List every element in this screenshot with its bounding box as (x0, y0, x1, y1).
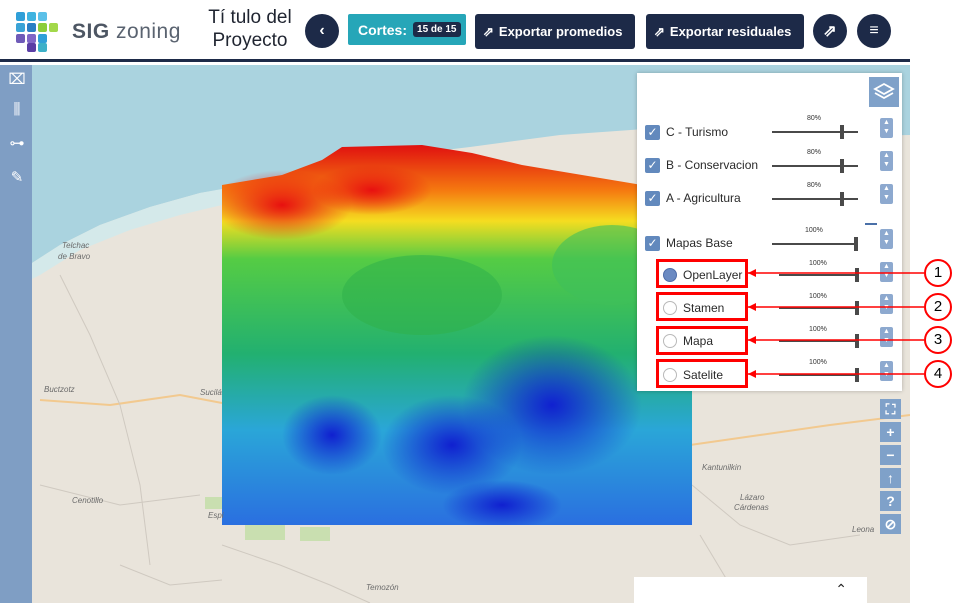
zoom-in-button[interactable]: + (880, 422, 901, 442)
callout-4: 4 (924, 360, 952, 388)
fullscreen-button[interactable]: ⛶ (880, 399, 901, 419)
minus-icon: − (886, 447, 895, 463)
fullscreen-icon: ⛶ (885, 401, 896, 417)
chevron-up-icon[interactable]: ⌃ (835, 581, 847, 598)
plus-icon: + (886, 424, 895, 440)
arrow-up-icon: ↑ (887, 470, 894, 486)
bottom-collapsed-panel[interactable]: ⌃ (634, 577, 867, 603)
callout-1: 1 (924, 259, 952, 287)
zoom-out-button[interactable]: − (880, 445, 901, 465)
callout-2: 2 (924, 293, 952, 321)
question-icon: ? (886, 493, 895, 509)
callout-3: 3 (924, 326, 952, 354)
help-button[interactable]: ? (880, 491, 901, 511)
app-window: Telchac de Bravo Buctzotz Sucilá Cenotil… (0, 0, 957, 603)
hide-button[interactable]: ⊘ (880, 514, 901, 534)
callout-lines (748, 269, 924, 378)
north-button[interactable]: ↑ (880, 468, 901, 488)
eye-slash-icon: ⊘ (884, 516, 897, 532)
